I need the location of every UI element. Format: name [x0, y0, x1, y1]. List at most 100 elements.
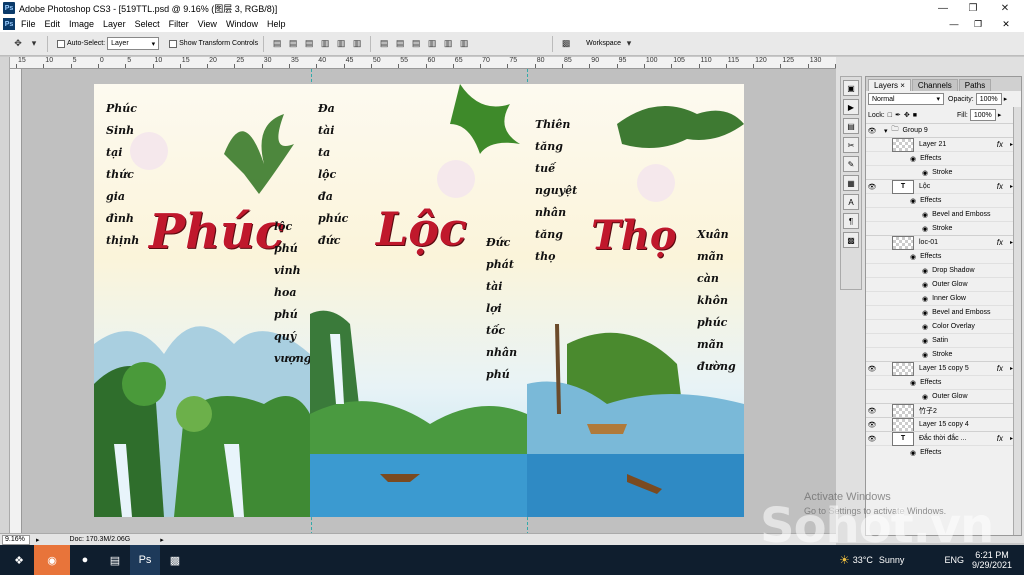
history-icon[interactable]: ▤	[843, 118, 859, 134]
photoshop-app-icon[interactable]: Ps	[130, 545, 160, 575]
eye-icon[interactable]: 👁	[866, 183, 878, 191]
layer-effect-item[interactable]: ◉ Inner Glow	[866, 291, 1021, 305]
distribute-left-icon[interactable]: ▥	[424, 37, 440, 51]
layer-effects-header[interactable]: ◉ Effects	[866, 375, 1021, 389]
horizontal-ruler[interactable]: 15 10 5 0 5 10 15 20 25 30 35 40 45 50 55 60 65 70 75 80 85 9…	[10, 57, 836, 69]
effect-visibility-icon[interactable]: ◉	[922, 351, 928, 359]
eye-icon[interactable]: 👁	[866, 421, 878, 429]
layer-row[interactable]: 👁 Layer 15 copy 4	[866, 417, 1021, 432]
menu-image[interactable]: Image	[69, 19, 94, 29]
fill-arrow-icon[interactable]: ▸	[998, 111, 1002, 119]
effect-visibility-icon[interactable]: ◉	[922, 295, 928, 303]
align-left-icon[interactable]: ▥	[317, 37, 333, 51]
fx-icon[interactable]: fx	[997, 238, 1003, 247]
layer-group-row[interactable]: 👁 ▾ 🗀 Group 9	[866, 123, 1021, 137]
zoom-field[interactable]: 9.16%	[2, 534, 30, 545]
eye-icon[interactable]: 👁	[866, 127, 878, 135]
layer-effect-item[interactable]: ◉ Drop Shadow	[866, 263, 1021, 277]
menu-filter[interactable]: Filter	[169, 19, 189, 29]
layer-name[interactable]: Đắc thời đắc ...	[919, 435, 966, 442]
weather-icon[interactable]: ☀	[839, 553, 850, 567]
effect-visibility-icon[interactable]: ◉	[922, 309, 928, 317]
toolbox-collapsed[interactable]	[0, 57, 10, 543]
zalo-app-icon[interactable]: ●	[70, 545, 100, 575]
tab-channels[interactable]: Channels	[911, 79, 958, 91]
fx-icon[interactable]: fx	[997, 140, 1003, 149]
actions-icon[interactable]: ▶	[843, 99, 859, 115]
effect-visibility-icon[interactable]: ◉	[922, 337, 928, 345]
navigator-icon[interactable]: ▣	[843, 80, 859, 96]
lock-move-icon[interactable]: ✥	[904, 111, 910, 119]
winrar-app-icon[interactable]: ▩	[160, 545, 190, 575]
minimize-button[interactable]: —	[928, 0, 958, 16]
clone-source-icon[interactable]: ▦	[843, 175, 859, 191]
distribute-right-icon[interactable]: ▥	[456, 37, 472, 51]
paragraph-icon[interactable]: ¶	[843, 213, 859, 229]
canvas-artwork[interactable]: Phúc Phúc Sinh tại thức gia đình thịnh l…	[94, 84, 744, 517]
align-hcenter-icon[interactable]: ▥	[333, 37, 349, 51]
auto-select-checkbox[interactable]	[57, 39, 65, 48]
effect-visibility-icon[interactable]: ◉	[910, 197, 916, 205]
opacity-field[interactable]: 100%	[975, 93, 1002, 105]
layer-effect-item[interactable]: ◉ Outer Glow	[866, 277, 1021, 291]
effect-visibility-icon[interactable]: ◉	[922, 281, 928, 289]
chrome-app-icon[interactable]: ◉	[34, 545, 70, 575]
layer-name[interactable]: 竹子2	[919, 406, 937, 416]
layer-effect-item[interactable]: ◉ Bevel and Emboss	[866, 207, 1021, 221]
tab-paths[interactable]: Paths	[958, 79, 992, 91]
layer-effect-item[interactable]: ◉ Satin	[866, 333, 1021, 347]
fill-field[interactable]: 100%	[969, 109, 996, 121]
doc-close-button[interactable]: ✕	[996, 16, 1016, 32]
tools-preset-icon[interactable]: ✂	[843, 137, 859, 153]
effect-visibility-icon[interactable]: ◉	[922, 225, 928, 233]
align-top-icon[interactable]: ▤	[269, 37, 285, 51]
fx-icon[interactable]: fx	[997, 364, 1003, 373]
layer-name[interactable]: Group 9	[903, 127, 928, 134]
move-tool-icon[interactable]: ✥	[10, 37, 26, 51]
effect-visibility-icon[interactable]: ◉	[910, 155, 916, 163]
effect-visibility-icon[interactable]: ◉	[910, 379, 916, 387]
align-right-icon[interactable]: ▥	[349, 37, 365, 51]
layer-effect-item[interactable]: ◉ Outer Glow	[866, 389, 1021, 403]
doc-restore-button[interactable]: ❐	[968, 16, 988, 32]
layer-row[interactable]: 👁 Layer 15 copy 5 fx ▸	[866, 361, 1021, 376]
menu-window[interactable]: Window	[226, 19, 258, 29]
tab-layers[interactable]: Layers ×	[868, 79, 911, 91]
eye-icon[interactable]: 👁	[866, 365, 878, 373]
lock-paint-icon[interactable]: ✒	[895, 111, 901, 119]
layer-comps-icon[interactable]: ▩	[843, 232, 859, 248]
menu-layer[interactable]: Layer	[103, 19, 126, 29]
effect-visibility-icon[interactable]: ◉	[922, 211, 928, 219]
menu-view[interactable]: View	[198, 19, 217, 29]
effect-visibility-icon[interactable]: ◉	[910, 253, 916, 261]
distribute-bottom-icon[interactable]: ▤	[408, 37, 424, 51]
layer-effect-item[interactable]: ◉ Bevel and Emboss	[866, 305, 1021, 319]
eye-icon[interactable]: 👁	[866, 407, 878, 415]
layer-name[interactable]: loc-01	[919, 239, 938, 246]
auto-select-dropdown[interactable]: Layer ▾	[107, 37, 160, 50]
layer-effect-item[interactable]: ◉ Stroke	[866, 165, 1021, 179]
layer-effects-header[interactable]: ◉ Effects	[866, 193, 1021, 207]
layer-effect-item[interactable]: ◉ Stroke	[866, 221, 1021, 235]
lock-all-icon[interactable]: ■	[913, 112, 917, 119]
effect-visibility-icon[interactable]: ◉	[922, 393, 928, 401]
layer-name[interactable]: Layer 15 copy 5	[919, 365, 969, 372]
effect-visibility-icon[interactable]: ◉	[922, 169, 928, 177]
expand-triangle-icon[interactable]: ▾	[884, 127, 888, 135]
layer-effect-item[interactable]: ◉ Stroke	[866, 347, 1021, 361]
distribute-hcenter-icon[interactable]: ▥	[440, 37, 456, 51]
align-bottom-icon[interactable]: ▤	[301, 37, 317, 51]
close-button[interactable]: ✕	[990, 0, 1020, 16]
fx-icon[interactable]: fx	[997, 434, 1003, 443]
layer-effects-header[interactable]: ◉ Effects	[866, 445, 1021, 459]
file-explorer-icon[interactable]: ▤	[100, 545, 130, 575]
layers-scrollbar[interactable]	[1013, 107, 1021, 535]
weather-text[interactable]: Sunny	[879, 555, 905, 565]
workspace-chevron-icon[interactable]: ▾	[621, 37, 637, 51]
layer-row[interactable]: 👁 T Đắc thời đắc ... fx ▸	[866, 431, 1021, 446]
menu-edit[interactable]: Edit	[45, 19, 61, 29]
effect-visibility-icon[interactable]: ◉	[922, 323, 928, 331]
layer-name[interactable]: Layer 21	[919, 141, 946, 148]
effect-visibility-icon[interactable]: ◉	[922, 267, 928, 275]
lock-transparent-icon[interactable]: □	[888, 112, 892, 119]
